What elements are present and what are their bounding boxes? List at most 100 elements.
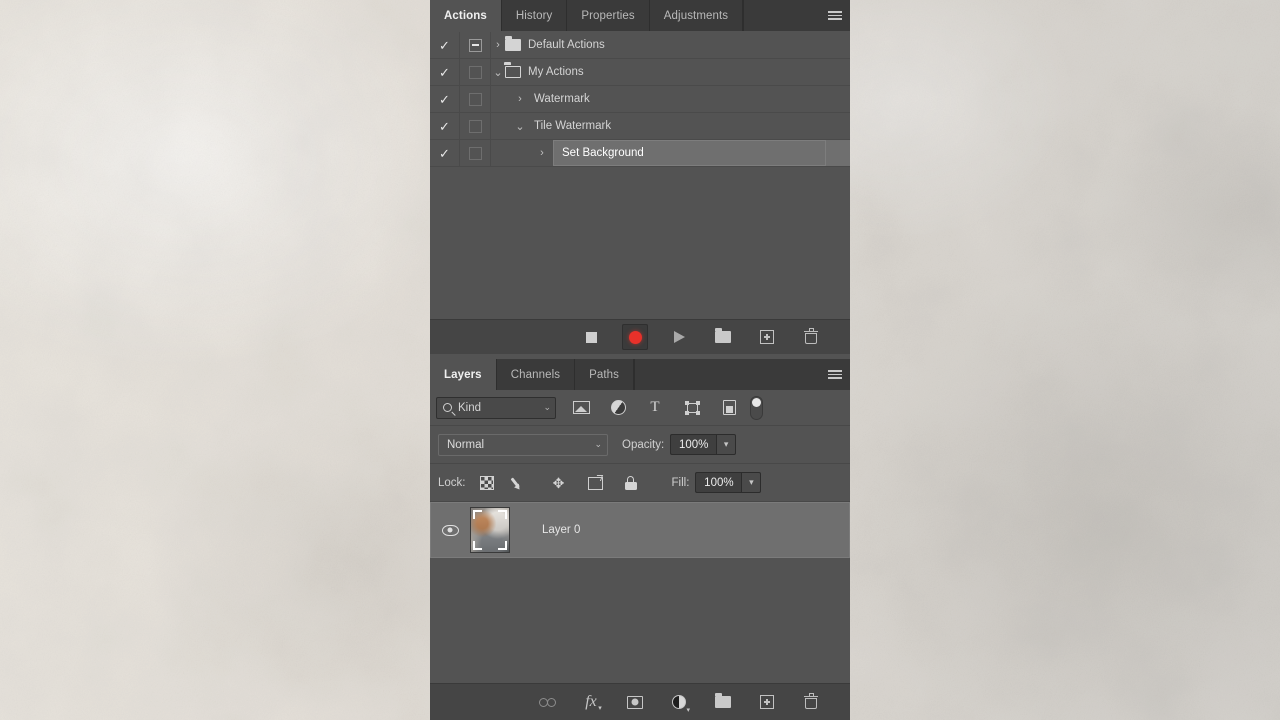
new-group-button[interactable] [710,689,736,715]
action-dialog-toggle[interactable] [460,59,491,85]
lock-transparent-pixels-button[interactable] [478,474,496,492]
chevron-down-icon: ⌄ [594,439,602,449]
tab-history[interactable]: History [501,0,568,31]
dialog-toggle-box [468,119,482,133]
action-row-set-background[interactable]: ✓ › Set Background [430,140,850,167]
layer-row[interactable]: Layer 0 [430,502,850,558]
actions-panel-tab-bar: Actions History Properties Adjustments [430,0,850,31]
action-toggle-checkbox[interactable]: ✓ [430,59,460,85]
new-layer-button[interactable] [754,689,780,715]
disclosure-triangle-icon[interactable]: ⌄ [491,66,505,79]
filter-shape-layers-button[interactable] [683,399,701,417]
link-icon [538,697,556,707]
action-row-watermark[interactable]: ✓ › Watermark [430,86,850,113]
opacity-dropdown-arrow[interactable]: ▾ [716,434,737,455]
action-enabled-check: ✓ [439,37,450,53]
lock-row: Lock: ✥ Fill: 100% ▾ [430,464,850,502]
stop-icon [585,331,597,343]
filter-adjustment-layers-button[interactable] [609,399,627,417]
new-adjustment-layer-button[interactable] [666,689,692,715]
layer-filter-row: Kind ⌄ T [430,390,850,426]
action-dialog-toggle[interactable] [460,32,491,58]
opacity-label: Opacity: [622,438,665,451]
plus-box-icon [760,330,774,344]
action-row-my-actions[interactable]: ✓ ⌄ My Actions [430,59,850,86]
fill-field[interactable]: 100% ▾ [695,472,762,493]
action-row-tile-watermark[interactable]: ✓ ⌄ Tile Watermark [430,113,850,140]
lock-artboard-nesting-button[interactable] [586,474,604,492]
disclosure-triangle-icon[interactable]: › [513,93,527,105]
layer-visibility-toggle[interactable] [430,524,470,536]
tab-paths[interactable]: Paths [575,359,634,390]
action-toggle-checkbox[interactable]: ✓ [430,113,460,139]
layers-panel-menu-button[interactable] [820,359,850,390]
actions-panel-toolbar [430,319,850,354]
filter-pixel-layers-icon [572,401,590,414]
actions-panel-menu-button[interactable] [820,0,850,31]
lock-transparent-pixels-icon [479,475,494,490]
tab-adjustments[interactable]: Adjustments [649,0,744,31]
lock-position-button[interactable]: ✥ [550,474,568,492]
fill-value[interactable]: 100% [695,472,742,493]
record-icon [628,330,642,344]
lock-image-pixels-icon [515,475,531,491]
filter-enable-toggle[interactable] [750,395,763,420]
action-toggle-checkbox[interactable]: ✓ [430,32,460,58]
action-label: Tile Watermark [534,120,612,132]
play-selection-button[interactable] [666,324,692,350]
action-row-default-actions[interactable]: ✓ › Default Actions [430,32,850,59]
lock-icons: ✥ [478,474,640,492]
action-dialog-toggle[interactable] [460,113,491,139]
action-toggle-checkbox[interactable]: ✓ [430,86,460,112]
adjustment-icon [672,695,690,714]
opacity-field[interactable]: 100% ▾ [670,434,737,455]
folder-open-icon [504,62,521,78]
filter-kind-select[interactable]: Kind ⌄ [436,396,556,419]
opacity-value[interactable]: 100% [670,434,717,455]
actions-list[interactable]: ✓ › Default Actions ✓ ⌄ My Actions ✓ › W… [430,31,850,319]
action-enabled-check: ✓ [439,64,450,80]
layer-name-label[interactable]: Layer 0 [542,524,580,536]
filter-pixel-layers-button[interactable] [572,399,590,417]
tab-channels[interactable]: Channels [496,359,576,390]
plus-box-icon [760,695,774,709]
chevron-down-icon: ⌄ [543,402,551,412]
tab-layers[interactable]: Layers [430,359,497,390]
stop-playing-recording-button[interactable] [578,324,604,350]
create-new-action-button[interactable] [754,324,780,350]
lock-artboard-nesting-icon [587,476,603,490]
add-layer-mask-button[interactable] [622,689,648,715]
lock-all-button[interactable] [622,474,640,492]
folder-icon [715,693,731,708]
panel-dock: Actions History Properties Adjustments ✓… [430,0,850,720]
filter-type-layers-button[interactable]: T [646,399,664,417]
begin-recording-button[interactable] [622,324,648,350]
filter-smart-object-button[interactable] [720,399,738,417]
link-layers-button[interactable] [534,689,560,715]
folder-icon [505,36,521,51]
action-toggle-checkbox[interactable]: ✓ [430,140,460,166]
action-dialog-toggle[interactable] [460,86,491,112]
lock-all-icon [624,475,637,490]
dialog-toggle-box [468,65,482,79]
tab-actions[interactable]: Actions [430,0,502,31]
delete-layer-button[interactable] [798,689,824,715]
action-enabled-check: ✓ [439,118,450,134]
lock-image-pixels-button[interactable] [514,474,532,492]
disclosure-triangle-icon[interactable]: › [535,147,549,159]
layer-style-button[interactable]: fx [578,689,604,715]
filter-adjustment-layers-icon [610,400,626,415]
disclosure-triangle-icon[interactable]: ⌄ [513,120,527,133]
delete-action-button[interactable] [798,324,824,350]
disclosure-triangle-icon[interactable]: › [491,39,505,51]
action-dialog-toggle[interactable] [460,140,491,166]
fill-dropdown-arrow[interactable]: ▾ [741,472,762,493]
layer-list[interactable]: Layer 0 [430,502,850,657]
filter-kind-value: Kind [458,401,482,414]
dialog-toggle-box [468,146,482,160]
create-new-set-button[interactable] [710,324,736,350]
tab-properties[interactable]: Properties [567,0,650,31]
blend-mode-select[interactable]: Normal ⌄ [438,433,608,456]
trash-icon [804,328,818,344]
layer-thumbnail[interactable] [470,507,510,553]
